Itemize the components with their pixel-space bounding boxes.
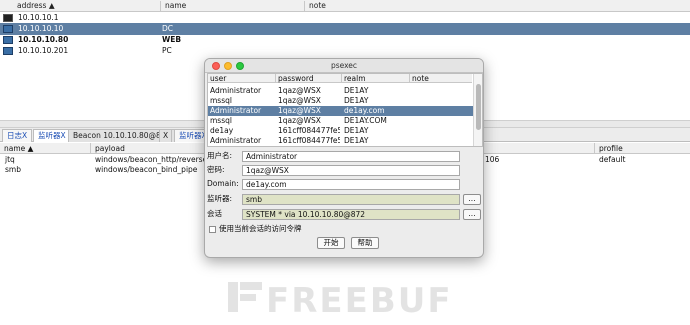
cred-realm: DE1AY bbox=[344, 136, 369, 145]
scrollbar-thumb[interactable] bbox=[476, 84, 481, 130]
choose-listener-button[interactable]: ... bbox=[463, 194, 481, 205]
cred-user: Administrator bbox=[210, 136, 262, 145]
credential-row[interactable]: Administrator 1qaz@WSX DE1AY bbox=[208, 86, 474, 96]
cred-realm: DE1AY bbox=[344, 126, 369, 135]
targets-header: address ▲ name note bbox=[0, 0, 690, 12]
session-field: SYSTEM * via 10.10.10.80@872 bbox=[242, 209, 460, 220]
column-header-address[interactable]: address ▲ bbox=[13, 1, 161, 12]
cred-password: 1qaz@WSX bbox=[278, 116, 321, 125]
column-header-name[interactable]: name bbox=[161, 1, 305, 12]
password-field[interactable]: 1qaz@WSX bbox=[242, 165, 460, 176]
use-token-checkbox[interactable] bbox=[209, 226, 216, 233]
maximize-icon[interactable] bbox=[236, 62, 244, 70]
cred-password: 1qaz@WSX bbox=[278, 106, 321, 115]
column-header-note[interactable]: note bbox=[410, 74, 472, 83]
column-header-note[interactable]: note bbox=[305, 1, 690, 12]
monitor-icon bbox=[3, 14, 13, 22]
server-icon bbox=[3, 47, 13, 55]
cred-password: 1qaz@WSX bbox=[278, 96, 321, 105]
tab-listeners[interactable]: 监听器X bbox=[33, 129, 71, 142]
server-icon bbox=[3, 25, 13, 33]
domain-label: Domain: bbox=[207, 179, 239, 188]
listener-name: smb bbox=[5, 165, 21, 174]
cred-user: mssql bbox=[210, 96, 232, 105]
start-button[interactable]: 开始 bbox=[317, 237, 345, 249]
credential-row[interactable]: Administrator 1qaz@WSX de1ay.com bbox=[208, 106, 474, 116]
target-row[interactable]: 10.10.10.201 PC bbox=[0, 45, 690, 57]
user-label: 用户名: bbox=[207, 151, 233, 160]
tab-beacon-close[interactable]: X bbox=[159, 129, 173, 142]
cred-user: Administrator bbox=[210, 106, 262, 115]
listener-label: 监听器: bbox=[207, 194, 233, 203]
credential-row[interactable]: mssql 1qaz@WSX DE1AY.COM bbox=[208, 116, 474, 126]
credentials-scrollbar[interactable] bbox=[473, 74, 482, 146]
cred-realm: DE1AY bbox=[344, 86, 369, 95]
use-token-label: 使用当前会话的访问令牌 bbox=[219, 224, 302, 233]
minimize-icon[interactable] bbox=[224, 62, 232, 70]
psexec-dialog: psexec user password realm note Administ… bbox=[204, 58, 484, 258]
target-address: 10.10.10.201 bbox=[18, 46, 69, 55]
cred-password: 161cff084477fe5... bbox=[278, 126, 340, 135]
password-label: 密码: bbox=[207, 165, 225, 174]
cred-realm: de1ay.com bbox=[344, 106, 385, 115]
column-header-user[interactable]: user bbox=[208, 74, 276, 83]
dialog-title: psexec bbox=[330, 61, 358, 70]
domain-field[interactable]: de1ay.com bbox=[242, 179, 460, 190]
cred-password: 161cff084477fe5... bbox=[278, 136, 340, 145]
dialog-titlebar: psexec bbox=[205, 59, 483, 73]
credential-row[interactable]: Administrator 161cff084477fe5... DE1AY bbox=[208, 136, 474, 146]
column-header-realm[interactable]: realm bbox=[342, 74, 410, 83]
help-button[interactable]: 帮助 bbox=[351, 237, 379, 249]
column-header-profile[interactable]: profile bbox=[595, 143, 690, 154]
cred-realm: DE1AY.COM bbox=[344, 116, 387, 125]
credentials-header: user password realm note bbox=[208, 74, 472, 83]
cred-user: mssql bbox=[210, 116, 232, 125]
choose-session-button[interactable]: ... bbox=[463, 209, 481, 220]
close-icon[interactable] bbox=[212, 62, 220, 70]
target-name: PC bbox=[162, 46, 172, 55]
listener-payload: windows/beacon_bind_pipe bbox=[95, 165, 198, 174]
user-field[interactable]: Administrator bbox=[242, 151, 460, 162]
cred-realm: DE1AY bbox=[344, 96, 369, 105]
session-label: 会话 bbox=[207, 209, 222, 218]
credentials-table: user password realm note Administrator 1… bbox=[207, 73, 483, 147]
credential-row[interactable]: mssql 1qaz@WSX DE1AY bbox=[208, 96, 474, 106]
cred-user: Administrator bbox=[210, 86, 262, 95]
column-header-password[interactable]: password bbox=[276, 74, 342, 83]
credential-row[interactable]: de1ay 161cff084477fe5... DE1AY bbox=[208, 126, 474, 136]
cred-password: 1qaz@WSX bbox=[278, 86, 321, 95]
freebuf-watermark-logo: FREEBUF bbox=[228, 281, 453, 318]
tab-event-log[interactable]: 日志X bbox=[2, 129, 33, 142]
server-icon bbox=[3, 36, 13, 44]
cred-user: de1ay bbox=[210, 126, 234, 135]
column-header-name[interactable]: name ▲ bbox=[0, 143, 91, 154]
watermark-text: FREEBUF bbox=[266, 281, 453, 318]
listener-field: smb bbox=[242, 194, 460, 205]
